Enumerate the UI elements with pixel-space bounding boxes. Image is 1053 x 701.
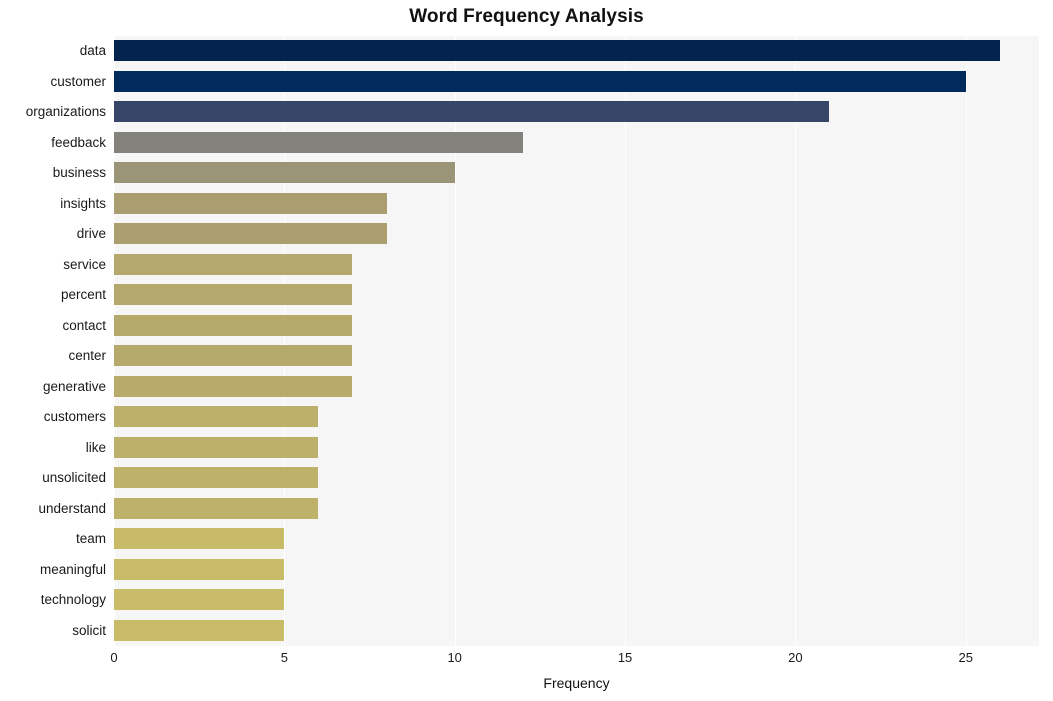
bar-contact[interactable] [114, 314, 353, 336]
bar-customers[interactable] [114, 406, 319, 427]
y-tick-label-customers: customers [43, 409, 106, 425]
bar-row [114, 524, 1039, 553]
bar-generative[interactable] [114, 375, 353, 397]
bar-row [114, 280, 1039, 309]
bar-row [114, 463, 1039, 492]
x-tick-label-0: 0 [110, 650, 118, 665]
y-tick-label-percent: percent [60, 287, 106, 303]
y-tick-label-customer: customer [50, 73, 106, 89]
bar-like[interactable] [114, 436, 319, 458]
y-tick-label-meaningful: meaningful [39, 561, 106, 577]
bar-row [114, 585, 1039, 614]
y-tick-label-data: data [79, 43, 106, 59]
bar-row [114, 158, 1039, 187]
bar-row [114, 189, 1039, 218]
y-tick-label-solicit: solicit [72, 622, 106, 638]
bar-row [114, 311, 1039, 340]
bar-data[interactable] [114, 40, 1000, 61]
bar-row [114, 97, 1039, 126]
x-axis-title: Frequency [543, 675, 610, 691]
y-tick-label-organizations: organizations [25, 104, 106, 120]
bar-row [114, 555, 1039, 584]
x-tick-label-25: 25 [958, 650, 973, 665]
y-tick-label-insights: insights [60, 195, 106, 211]
y-tick-label-contact: contact [62, 317, 106, 333]
y-tick-label-understand: understand [38, 500, 106, 516]
bar-customer[interactable] [114, 70, 966, 92]
bar-meaningful[interactable] [114, 558, 285, 580]
bar-insights[interactable] [114, 192, 387, 214]
bar-row [114, 494, 1039, 523]
y-tick-label-feedback: feedback [51, 134, 106, 150]
y-tick-label-center: center [68, 348, 106, 364]
x-tick-label-15: 15 [617, 650, 633, 665]
bar-center[interactable] [114, 345, 353, 366]
chart-figure: Word Frequency Analysis data customer orga… [0, 0, 1053, 701]
y-tick-label-unsolicited: unsolicited [42, 470, 106, 486]
bar-row [114, 219, 1039, 248]
y-tick-label-team: team [75, 531, 106, 547]
bar-row [114, 67, 1039, 96]
bar-service[interactable] [114, 253, 353, 275]
x-tick-label-5: 5 [280, 650, 288, 665]
y-tick-label-generative: generative [42, 378, 106, 394]
bar-row [114, 402, 1039, 431]
bar-unsolicited[interactable] [114, 467, 319, 488]
bar-team[interactable] [114, 528, 285, 549]
bar-technology[interactable] [114, 589, 285, 610]
bar-percent[interactable] [114, 284, 353, 305]
x-axis-tick-labels: 0 5 10 15 20 25 [0, 650, 1053, 670]
x-tick-label-20: 20 [788, 650, 803, 665]
bar-drive[interactable] [114, 223, 387, 244]
bar-organizations[interactable] [114, 101, 830, 122]
y-axis-tick-labels: data customer organizations feedback busines… [0, 36, 106, 646]
bar-row [114, 616, 1039, 645]
bar-solicit[interactable] [114, 619, 285, 641]
bar-row [114, 372, 1039, 401]
x-tick-label-10: 10 [447, 650, 462, 665]
y-tick-label-technology: technology [40, 592, 106, 608]
y-tick-label-drive: drive [76, 226, 106, 242]
bar-business[interactable] [114, 162, 455, 183]
y-tick-label-like: like [85, 439, 106, 455]
bar-row [114, 433, 1039, 462]
chart-title: Word Frequency Analysis [409, 6, 644, 27]
bar-row [114, 36, 1039, 65]
bar-feedback[interactable] [114, 131, 523, 153]
bar-row [114, 128, 1039, 157]
y-tick-label-business: business [52, 165, 106, 181]
bar-row [114, 341, 1039, 370]
plot-area [114, 36, 1039, 646]
bar-row [114, 250, 1039, 279]
y-tick-label-service: service [63, 256, 106, 272]
bar-understand[interactable] [114, 497, 319, 519]
